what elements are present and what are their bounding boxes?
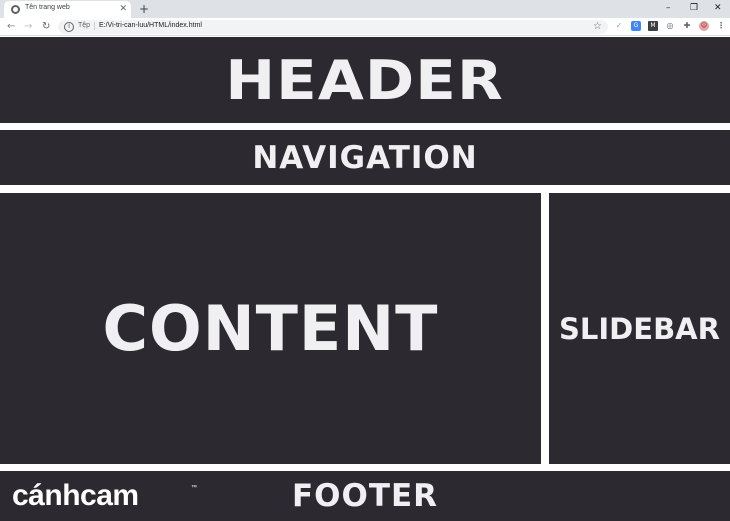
globe-icon — [11, 5, 20, 14]
footer-label: FOOTER — [291, 478, 439, 514]
content-section: CONTENT — [0, 193, 541, 464]
url-scheme-label: Tệp — [78, 22, 91, 29]
extensions-puzzle-icon[interactable]: ✚ — [682, 21, 692, 31]
close-tab-icon[interactable]: ✕ — [119, 3, 127, 15]
tab-strip: Tên trang web ✕ + – ❐ ✕ — [0, 0, 730, 18]
restore-window-icon[interactable]: ❐ — [690, 2, 698, 14]
navigation-label: NAVIGATION — [252, 139, 478, 176]
minimize-window-icon[interactable]: – — [666, 2, 671, 14]
url-separator: | — [93, 21, 96, 30]
header-section: HEADER — [0, 37, 730, 123]
forward-arrow-icon[interactable]: → — [24, 20, 32, 33]
browser-toolbar: ← → ↻ i Tệp | E:/Vi-tri-can-luu/HTML/ind… — [0, 18, 730, 36]
header-label: HEADER — [225, 48, 505, 112]
reload-icon[interactable]: ↻ — [42, 20, 50, 33]
address-bar[interactable]: i Tệp | E:/Vi-tri-can-luu/HTML/index.htm… — [58, 20, 608, 34]
translate-extension-icon[interactable]: G — [631, 21, 641, 31]
check-extension-icon[interactable]: ✓ — [614, 21, 624, 31]
close-window-icon[interactable]: ✕ — [714, 2, 722, 14]
camera-extension-icon[interactable]: ◎ — [665, 21, 675, 31]
new-tab-button[interactable]: + — [139, 1, 149, 17]
content-label: CONTENT — [102, 292, 439, 365]
slidebar-section: SLIDEBAR — [549, 193, 730, 464]
tab-title: Tên trang web — [25, 4, 70, 11]
navigation-section: NAVIGATION — [0, 130, 730, 185]
back-arrow-icon[interactable]: ← — [7, 20, 15, 33]
browser-tab[interactable]: Tên trang web ✕ — [4, 1, 131, 18]
url-text[interactable]: E:/Vi-tri-can-luu/HTML/index.html — [99, 22, 202, 29]
info-icon[interactable]: i — [64, 22, 74, 32]
mail-extension-icon[interactable]: M — [648, 21, 658, 31]
trademark-mark: ™ — [191, 485, 197, 491]
canhcam-logo: cánhcam — [12, 479, 139, 512]
slidebar-label: SLIDEBAR — [559, 311, 720, 346]
browser-menu-icon[interactable]: ⋮ — [716, 21, 726, 31]
bookmark-star-icon[interactable]: ☆ — [593, 20, 602, 33]
footer-section: cánhcam ™ FOOTER — [0, 471, 730, 521]
web-page: HEADER NAVIGATION CONTENT SLIDEBAR cánhc… — [0, 37, 730, 521]
profile-avatar-icon[interactable]: ☺ — [699, 21, 709, 31]
